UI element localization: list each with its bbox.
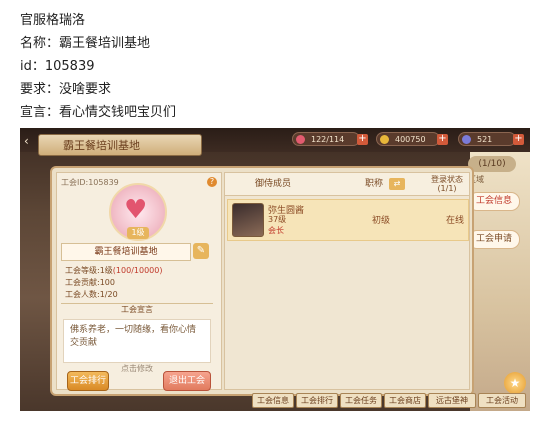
member-list-panel: 御侍成员 职称 ⇄ 登录状态 (1/1) 弥生圆酱 37级 会长 初级 在线 [224,172,470,390]
guild-title-banner: 霸王餐培训基地 [38,134,202,156]
col-member: 御侍成员 [255,179,292,189]
member-level: 37级 [268,215,287,224]
guild-title-text: 霸王餐培训基地 [63,139,140,152]
tab-bottom-guild-shop[interactable]: 工会商店 [384,393,426,408]
col-title: 职称 [365,179,384,189]
guild-info-panel: 工会ID:105839 ? ♥ 1级 霸王餐培训基地 ✎ 工会等级:1级(100… [56,172,222,391]
tab-bottom-guild-event[interactable]: 工会活动 [478,393,526,408]
stamina-value: 122/114 [311,135,345,144]
gold-value: 400750 [395,135,426,144]
background-scenery [470,152,530,411]
help-icon[interactable]: ? [207,177,217,187]
table-row[interactable]: 弥生圆酱 37级 会长 初级 在线 [227,199,469,241]
post-line-motto: 宣言：看心情交钱吧宝贝们 [20,105,177,120]
edit-name-icon[interactable]: ✎ [193,243,209,259]
guild-emblem[interactable]: ♥ 1级 [109,183,167,241]
motto-header: 工会宣言 [61,303,213,316]
guild-id: 工会ID:105839 [61,178,119,187]
member-role: 会长 [268,226,284,235]
col-login-label: 登录状态 [431,175,463,184]
guild-level: 工会等级:1级(100/10000) [65,265,162,276]
emblem-level-badge: 1级 [127,227,149,239]
back-arrow-icon[interactable]: ‹ [24,134,29,148]
add-stamina-button[interactable]: + [357,134,368,145]
add-gold-button[interactable]: + [437,134,448,145]
page-indicator: (1/10) [468,156,516,172]
coin-icon [380,135,389,144]
heart-icon [296,135,305,144]
avatar [232,203,264,237]
stamina-counter: 122/114 + [292,132,368,146]
guild-rank-button[interactable]: 工会排行 [67,371,109,391]
post-line-server: 官服格瑞洛 [20,13,86,28]
member-title: 初级 [372,216,391,226]
guild-name: 霸王餐培训基地 [61,243,191,261]
gold-counter: 400750 + [376,132,448,146]
bottom-tab-bar: 工会信息 工会排行 工会任务 工会商店 远古堡神 工会活动 [252,393,530,408]
tab-bottom-ancient-god[interactable]: 远古堡神 [428,393,476,408]
guild-members: 工会人数:1/20 [65,290,118,299]
tab-bottom-guild-rank[interactable]: 工会排行 [296,393,338,408]
sort-icon[interactable]: ⇄ [389,178,405,190]
tab-guild-apply[interactable]: 工会申请 [468,230,520,249]
motto-text[interactable]: 佛系养老，一切随缘，看你心情交贡献 [63,319,211,363]
post-line-id: id：105839 [20,59,95,74]
activity-star-icon[interactable]: ★ [504,372,526,394]
guild-contribution: 工会贡献:100 [65,278,115,287]
member-list-header: 御侍成员 职称 ⇄ 登录状态 (1/1) [225,173,469,196]
post-line-name: 名称：霸王餐培训基地 [20,36,151,51]
member-status: 在线 [446,216,465,226]
heart-emblem-icon: ♥ [124,195,148,225]
game-screenshot: ‹ 霸王餐培训基地 122/114 + 400750 + 521 + (1/10… [20,128,530,411]
guild-level-label: 工会等级:1级 [65,266,113,275]
gem-value: 521 [477,135,493,144]
col-login-count: (1/1) [437,184,457,193]
post-line-requirement: 要求：没啥要求 [20,82,112,97]
col-login: 登录状态 (1/1) [431,175,463,193]
guild-level-points: (100/10000) [112,266,163,275]
tab-bottom-guild-task[interactable]: 工会任务 [340,393,382,408]
quit-guild-button[interactable]: 退出工会 [163,371,211,391]
add-gem-button[interactable]: + [513,134,524,145]
guild-panel: 工会ID:105839 ? ♥ 1级 霸王餐培训基地 ✎ 工会等级:1级(100… [50,166,474,396]
tab-bottom-guild-info[interactable]: 工会信息 [252,393,294,408]
gem-icon [462,135,471,144]
tab-guild-info[interactable]: 工会信息 [468,192,520,211]
gem-counter: 521 + [458,132,524,146]
